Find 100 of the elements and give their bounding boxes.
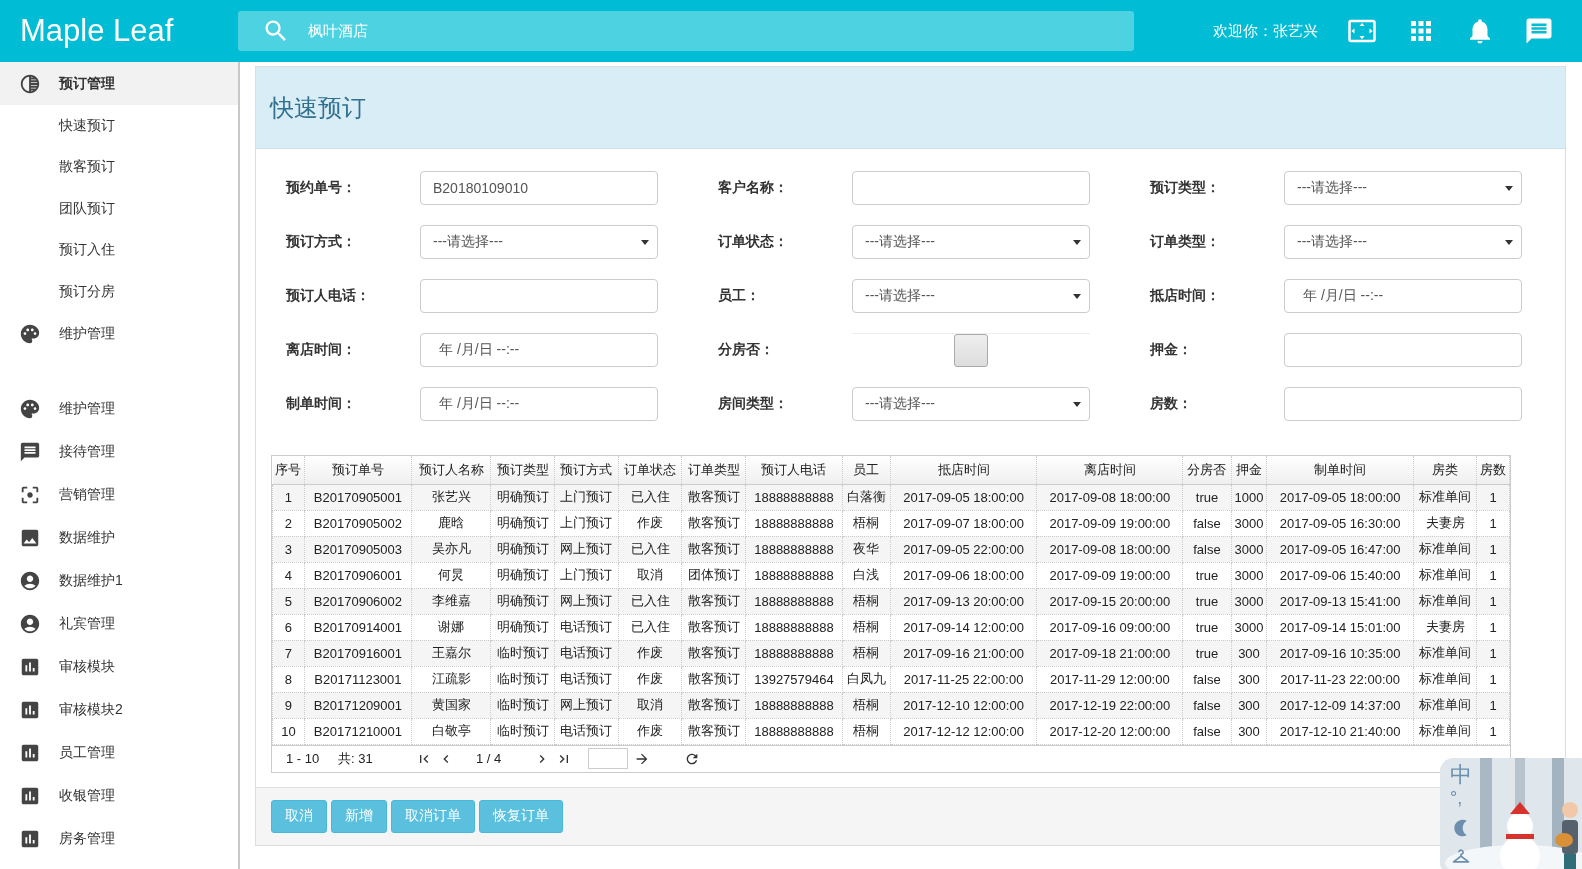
table-cell: 李维嘉 bbox=[411, 588, 491, 614]
field-label: 预订类型： bbox=[1150, 178, 1221, 197]
select-field[interactable]: ---请选择--- bbox=[1284, 171, 1522, 205]
table-cell: 标准单间 bbox=[1413, 536, 1477, 562]
sidebar-item[interactable]: 预订管理 bbox=[0, 62, 238, 105]
column-header: 订单类型 bbox=[681, 456, 746, 484]
table-cell: 取消 bbox=[618, 692, 682, 718]
chart-icon bbox=[19, 742, 41, 764]
app-logo: Maple Leaf bbox=[19, 13, 175, 49]
table-cell: 2017-09-16 10:35:00 bbox=[1266, 640, 1414, 666]
table-cell: B20171123001 bbox=[304, 666, 412, 692]
column-header: 预订人电话 bbox=[745, 456, 843, 484]
table-cell: 18888888888 bbox=[745, 536, 843, 562]
text-field[interactable]: B20180109010 bbox=[420, 171, 658, 205]
table-cell: 3000 bbox=[1231, 614, 1267, 640]
chart-icon bbox=[19, 699, 41, 721]
table-cell: 2017-09-05 18:00:00 bbox=[1266, 484, 1414, 510]
table-cell: 2017-09-05 16:47:00 bbox=[1266, 536, 1414, 562]
select-field[interactable]: ---请选择--- bbox=[420, 225, 658, 259]
comment-icon bbox=[19, 441, 41, 463]
table-cell: 7 bbox=[272, 640, 305, 666]
table-cell: 标准单间 bbox=[1413, 640, 1477, 666]
table-cell: B20171210001 bbox=[304, 718, 412, 744]
table-cell: 300 bbox=[1231, 640, 1267, 666]
field-label: 房间类型： bbox=[718, 394, 789, 413]
column-header: 预订类型 bbox=[490, 456, 555, 484]
table-cell: 张艺兴 bbox=[411, 484, 491, 510]
table-cell: 1 bbox=[1476, 718, 1510, 744]
image-icon bbox=[19, 527, 41, 549]
table-cell: 300 bbox=[1231, 718, 1267, 744]
palette-icon bbox=[19, 323, 41, 345]
caret-icon bbox=[641, 239, 649, 245]
table-cell: false bbox=[1182, 536, 1231, 562]
table-cell: true bbox=[1182, 562, 1231, 588]
slider[interactable] bbox=[852, 333, 1090, 367]
slider-thumb[interactable] bbox=[954, 334, 988, 367]
table-cell: true bbox=[1182, 614, 1231, 640]
table-cell: 2017-11-29 12:00:00 bbox=[1036, 666, 1183, 692]
text-field[interactable] bbox=[420, 279, 658, 313]
total-count: 共: 31 bbox=[338, 749, 374, 768]
panel-title: 快速预订 bbox=[270, 92, 366, 123]
field-label: 员工： bbox=[718, 286, 761, 305]
table-cell: 白敬亭 bbox=[411, 718, 491, 744]
table-cell: 2017-09-09 19:00:00 bbox=[1036, 510, 1183, 536]
column-header: 预订人名称 bbox=[411, 456, 491, 484]
column-header: 制单时间 bbox=[1266, 456, 1414, 484]
table-cell: 10 bbox=[272, 718, 305, 744]
table-cell: 2017-09-18 21:00:00 bbox=[1036, 640, 1183, 666]
shirt-icon[interactable] bbox=[1451, 846, 1471, 866]
table-cell: 1 bbox=[1476, 510, 1510, 536]
table-cell: 300 bbox=[1231, 692, 1267, 718]
table-cell: 2017-11-23 22:00:00 bbox=[1266, 666, 1414, 692]
field-label: 预约单号： bbox=[286, 178, 357, 197]
table-cell: 5 bbox=[272, 588, 305, 614]
text-field[interactable] bbox=[1284, 333, 1522, 367]
table-cell: 2017-12-09 14:37:00 bbox=[1266, 692, 1414, 718]
date-field[interactable]: 年 /月/日 --:-- bbox=[420, 333, 658, 367]
caret-icon bbox=[1505, 185, 1513, 191]
field-label: 客户名称： bbox=[718, 178, 789, 197]
field-label: 制单时间： bbox=[286, 394, 357, 413]
table-cell: 夫妻房 bbox=[1413, 510, 1477, 536]
text-field[interactable] bbox=[1284, 387, 1522, 421]
table-cell: 2017-09-13 20:00:00 bbox=[890, 588, 1037, 614]
table-cell: false bbox=[1182, 692, 1231, 718]
date-field[interactable]: 年 /月/日 --:-- bbox=[420, 387, 658, 421]
caret-icon bbox=[1073, 401, 1081, 407]
table-cell: true bbox=[1182, 640, 1231, 666]
table-cell: B20170914001 bbox=[304, 614, 412, 640]
table-cell: B20170906001 bbox=[304, 562, 412, 588]
table-cell: 3 bbox=[272, 536, 305, 562]
column-header: 离店时间 bbox=[1036, 456, 1183, 484]
caret-icon bbox=[1073, 239, 1081, 245]
select-field[interactable]: ---请选择--- bbox=[852, 279, 1090, 313]
table-cell: 2017-09-08 18:00:00 bbox=[1036, 484, 1183, 510]
table-cell: 2017-09-07 18:00:00 bbox=[890, 510, 1037, 536]
page-input[interactable] bbox=[588, 748, 628, 769]
table-cell: 2017-12-20 12:00:00 bbox=[1036, 718, 1183, 744]
table-cell: 18888888888 bbox=[745, 640, 843, 666]
table-cell: 2017-12-19 22:00:00 bbox=[1036, 692, 1183, 718]
table-cell: false bbox=[1182, 510, 1231, 536]
field-label: 订单类型： bbox=[1150, 232, 1221, 251]
table-cell: 1 bbox=[1476, 614, 1510, 640]
table-cell: 1 bbox=[1476, 666, 1510, 692]
palette-icon bbox=[19, 398, 41, 420]
text-field[interactable] bbox=[852, 171, 1090, 205]
select-field[interactable]: ---请选择--- bbox=[852, 225, 1090, 259]
column-header: 订单状态 bbox=[618, 456, 682, 484]
table-cell: 1 bbox=[1476, 562, 1510, 588]
table-cell: 取消 bbox=[618, 562, 682, 588]
field-label: 房数： bbox=[1150, 394, 1193, 413]
table-cell: 标准单间 bbox=[1413, 562, 1477, 588]
chart-icon bbox=[19, 656, 41, 678]
table-cell: 作废 bbox=[618, 718, 682, 744]
select-field[interactable]: ---请选择--- bbox=[852, 387, 1090, 421]
date-field[interactable]: 年 /月/日 --:-- bbox=[1284, 279, 1522, 313]
table-cell: 作废 bbox=[618, 510, 682, 536]
table-cell: 300 bbox=[1231, 666, 1267, 692]
table-cell: 1 bbox=[1476, 692, 1510, 718]
select-field[interactable]: ---请选择--- bbox=[1284, 225, 1522, 259]
table-cell: 2017-09-05 22:00:00 bbox=[890, 536, 1037, 562]
